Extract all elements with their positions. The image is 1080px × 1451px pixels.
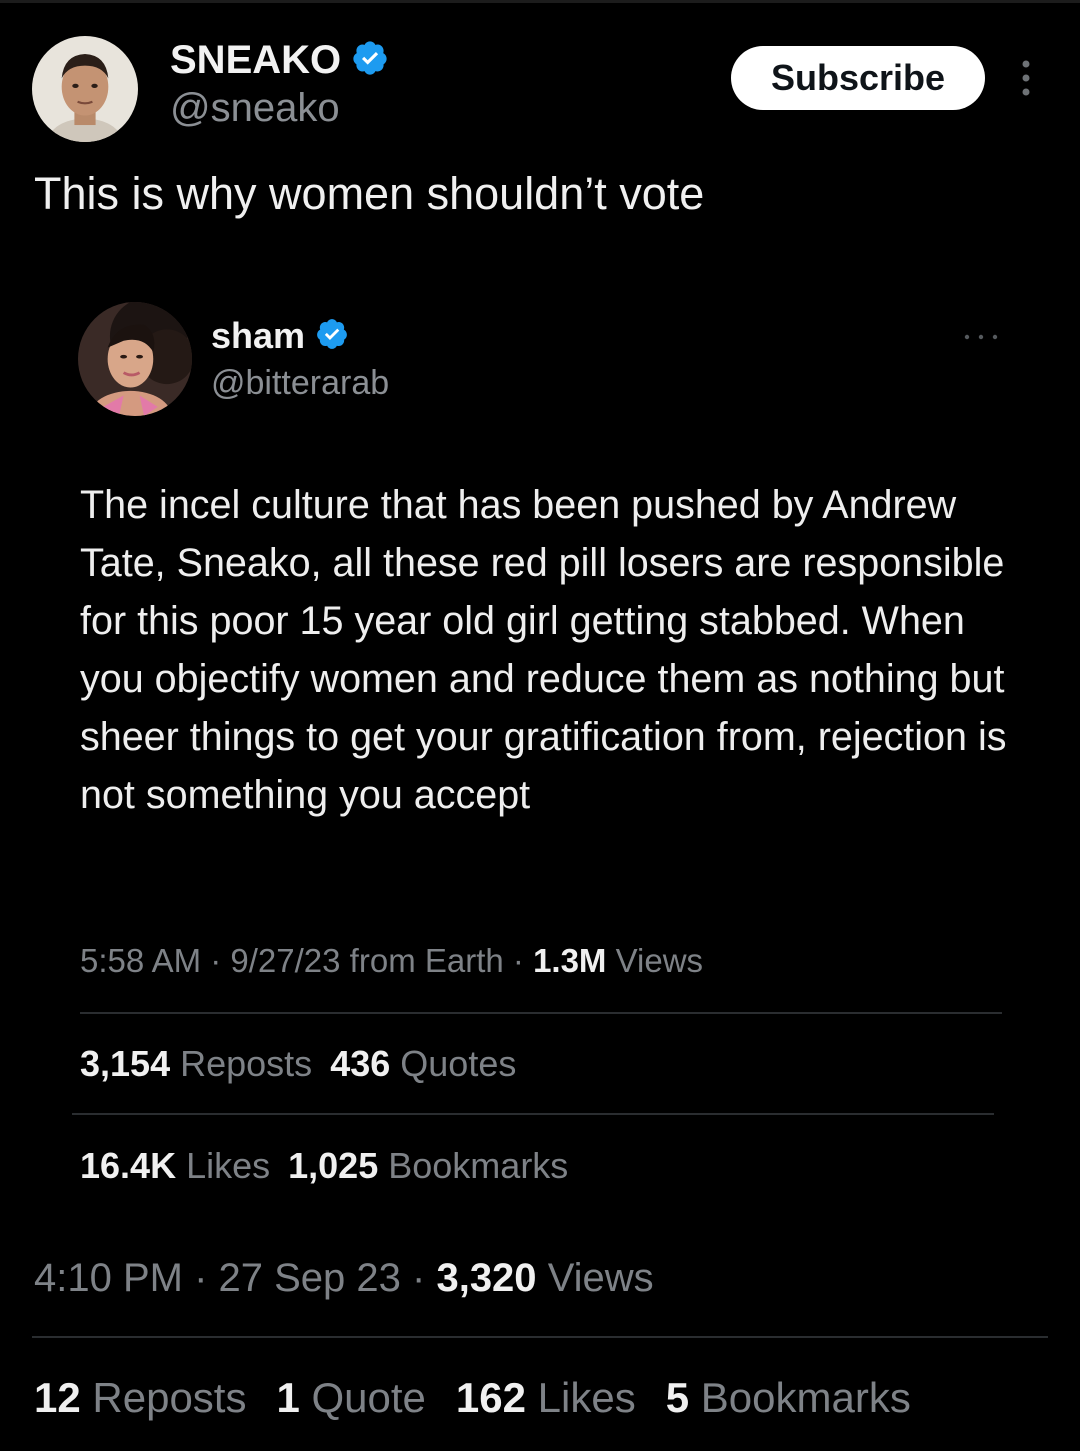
quoted-likes-stat[interactable]: 16.4K Likes [80,1145,270,1186]
quoted-bookmarks-label: Bookmarks [388,1145,569,1186]
likes-stat[interactable]: 162 Likes [456,1374,636,1421]
quoted-reposts-stat[interactable]: 3,154 Reposts [80,1043,312,1084]
bookmarks-count: 5 [665,1374,690,1421]
quoted-tweet-text: The incel culture that has been pushed b… [80,483,1007,817]
quoted-tweet-meta: 5:58 AM · 9/27/23 from Earth · 1.3M View… [80,942,704,979]
quoted-stats-row-2: 16.4K Likes 1,025 Bookmarks [80,1145,586,1187]
quotes-label: Quote [311,1374,426,1421]
verified-badge-icon [351,39,389,82]
quoted-views-label: Views [615,942,704,979]
quoted-bookmarks-stat[interactable]: 1,025 Bookmarks [288,1145,568,1186]
quoted-avatar-image [78,302,192,416]
quoted-time: 5:58 AM [80,942,202,979]
tweet-meta: 4:10 PM · 27 Sep 23 · 3,320 Views [34,1256,654,1300]
quoted-quotes-label: Quotes [400,1043,517,1084]
likes-count: 162 [455,1374,526,1421]
quoted-likes-count: 16.4K [80,1145,177,1186]
top-divider [0,0,1080,3]
tweet-text: This is why women shouldn’t vote [34,168,705,219]
author-avatar-image [32,36,138,142]
tweet-views-count: 3,320 [436,1256,537,1300]
author-handle[interactable]: @sneako [170,86,340,131]
tweet-time: 4:10 PM [34,1256,183,1300]
reposts-stat[interactable]: 12 Reposts [34,1374,246,1421]
author-name-row: SNEAKO [170,38,389,83]
quoted-reposts-label: Reposts [180,1043,313,1084]
more-vertical-icon[interactable] [1012,58,1040,98]
quoted-stats-row-1: 3,154 Reposts 436 Quotes [80,1043,534,1085]
tweet-views-label: Views [547,1256,654,1300]
quotes-stat[interactable]: 1 Quote [276,1374,425,1421]
tweet-stats-row: 12 Reposts 1 Quote 162 Likes 5 Bookmarks [34,1374,941,1422]
quotes-count: 1 [276,1374,300,1421]
quoted-quotes-count: 436 [330,1043,391,1084]
divider [80,1012,1002,1014]
quoted-views-count: 1.3M [533,942,607,979]
more-horizontal-icon[interactable] [962,330,1000,342]
bookmarks-label: Bookmarks [700,1374,911,1421]
tweet-date: 27 Sep 23 [218,1256,401,1300]
quoted-name-row: sham [211,315,349,357]
bookmarks-stat[interactable]: 5 Bookmarks [666,1374,911,1421]
quoted-date: 9/27/23 from Earth [230,942,504,979]
quoted-quotes-stat[interactable]: 436 Quotes [330,1043,516,1084]
subscribe-button[interactable]: Subscribe [731,46,985,110]
quoted-reposts-count: 3,154 [80,1043,171,1084]
reposts-count: 12 [34,1374,81,1421]
quoted-author-name[interactable]: sham [211,315,305,357]
quoted-likes-label: Likes [186,1145,271,1186]
quoted-author-avatar[interactable] [78,302,192,416]
likes-label: Likes [537,1374,636,1421]
quoted-bookmarks-count: 1,025 [288,1145,379,1186]
verified-badge-icon [315,317,349,356]
quoted-author-handle[interactable]: @bitterarab [211,364,389,403]
reposts-label: Reposts [92,1374,247,1421]
author-avatar[interactable] [32,36,138,142]
divider [32,1336,1048,1338]
author-name[interactable]: SNEAKO [170,38,341,83]
divider [72,1113,994,1115]
